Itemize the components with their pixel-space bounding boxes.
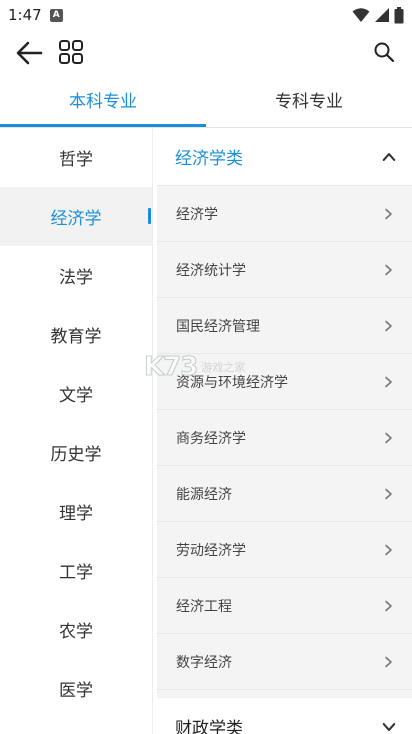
sidebar-item-economics[interactable]: 经济学 bbox=[0, 187, 152, 246]
chevron-down-icon bbox=[382, 722, 396, 731]
chevron-right-icon bbox=[385, 600, 392, 611]
major-name: 劳动经济学 bbox=[176, 542, 246, 559]
chevron-right-icon bbox=[385, 432, 392, 443]
battery-icon bbox=[394, 6, 404, 23]
major-name: 经济统计学 bbox=[176, 262, 246, 279]
group-title: 经济学类 bbox=[175, 149, 243, 169]
cellular-signal-icon bbox=[375, 8, 389, 22]
chevron-right-icon bbox=[385, 544, 392, 555]
major-name: 数字经济 bbox=[176, 654, 232, 671]
active-tab-indicator bbox=[0, 124, 206, 127]
notification-icon: A bbox=[49, 8, 63, 22]
group-title: 财政学类 bbox=[175, 719, 243, 734]
major-name: 能源经济 bbox=[176, 486, 232, 503]
sidebar-item-medicine[interactable]: 医学 bbox=[0, 659, 152, 718]
list-item[interactable]: 经济学 bbox=[157, 186, 412, 242]
major-name: 商务经济学 bbox=[176, 430, 246, 447]
sidebar-item-agriculture[interactable]: 农学 bbox=[0, 600, 152, 659]
discipline-sidebar: 哲学 经济学 法学 教育学 文学 历史学 理学 工学 农学 医学 bbox=[0, 128, 153, 734]
list-item[interactable]: 劳动经济学 bbox=[157, 522, 412, 578]
status-time: 1:47 bbox=[8, 6, 42, 24]
list-item[interactable]: 国民经济管理 bbox=[157, 298, 412, 354]
list-item[interactable]: 经济工程 bbox=[157, 578, 412, 634]
major-name: 经济学 bbox=[176, 206, 218, 223]
sidebar-item-science[interactable]: 理学 bbox=[0, 482, 152, 541]
category-grid-icon[interactable] bbox=[58, 39, 84, 65]
chevron-right-icon bbox=[385, 656, 392, 667]
status-right bbox=[352, 6, 404, 24]
sidebar-item-philosophy[interactable]: 哲学 bbox=[0, 128, 152, 187]
group-header-public-finance[interactable]: 财政学类 bbox=[157, 698, 412, 734]
chevron-up-icon bbox=[382, 152, 396, 161]
sidebar-item-literature[interactable]: 文学 bbox=[0, 364, 152, 423]
list-item[interactable]: 能源经济 bbox=[157, 466, 412, 522]
status-bar: 1:47 A bbox=[0, 0, 412, 30]
group-header-economics[interactable]: 经济学类 bbox=[157, 128, 412, 186]
chevron-right-icon bbox=[385, 208, 392, 219]
major-level-tabs: 本科专业 专科专业 bbox=[0, 82, 412, 128]
list-item[interactable]: 资源与环境经济学 bbox=[157, 354, 412, 410]
sidebar-item-label: 经济学 bbox=[50, 209, 102, 229]
active-item-marker bbox=[148, 208, 151, 224]
sidebar-item-engineering[interactable]: 工学 bbox=[0, 541, 152, 600]
status-left: 1:47 A bbox=[8, 6, 63, 24]
back-arrow-icon[interactable] bbox=[14, 39, 44, 67]
list-item[interactable]: 数字经济 bbox=[157, 634, 412, 690]
search-icon[interactable] bbox=[372, 40, 396, 64]
sidebar-item-history[interactable]: 历史学 bbox=[0, 423, 152, 482]
sidebar-item-education[interactable]: 教育学 bbox=[0, 305, 152, 364]
tab-undergraduate[interactable]: 本科专业 bbox=[0, 82, 206, 128]
chevron-right-icon bbox=[385, 320, 392, 331]
major-name: 经济工程 bbox=[176, 598, 232, 615]
major-name: 国民经济管理 bbox=[176, 318, 260, 335]
chevron-right-icon bbox=[385, 376, 392, 387]
chevron-right-icon bbox=[385, 488, 392, 499]
list-item[interactable]: 经济统计学 bbox=[157, 242, 412, 298]
tab-junior-college[interactable]: 专科专业 bbox=[206, 82, 412, 128]
sidebar-item-law[interactable]: 法学 bbox=[0, 246, 152, 305]
major-name: 资源与环境经济学 bbox=[176, 374, 288, 391]
chevron-right-icon bbox=[385, 264, 392, 275]
wifi-icon bbox=[352, 8, 370, 22]
major-list-panel: 经济学类 经济学 经济统计学 国民经济管理 资源与环境经济学 商务经济学 能源经… bbox=[157, 128, 412, 734]
toolbar bbox=[0, 30, 412, 76]
group-spacer bbox=[157, 690, 412, 698]
list-item[interactable]: 商务经济学 bbox=[157, 410, 412, 466]
